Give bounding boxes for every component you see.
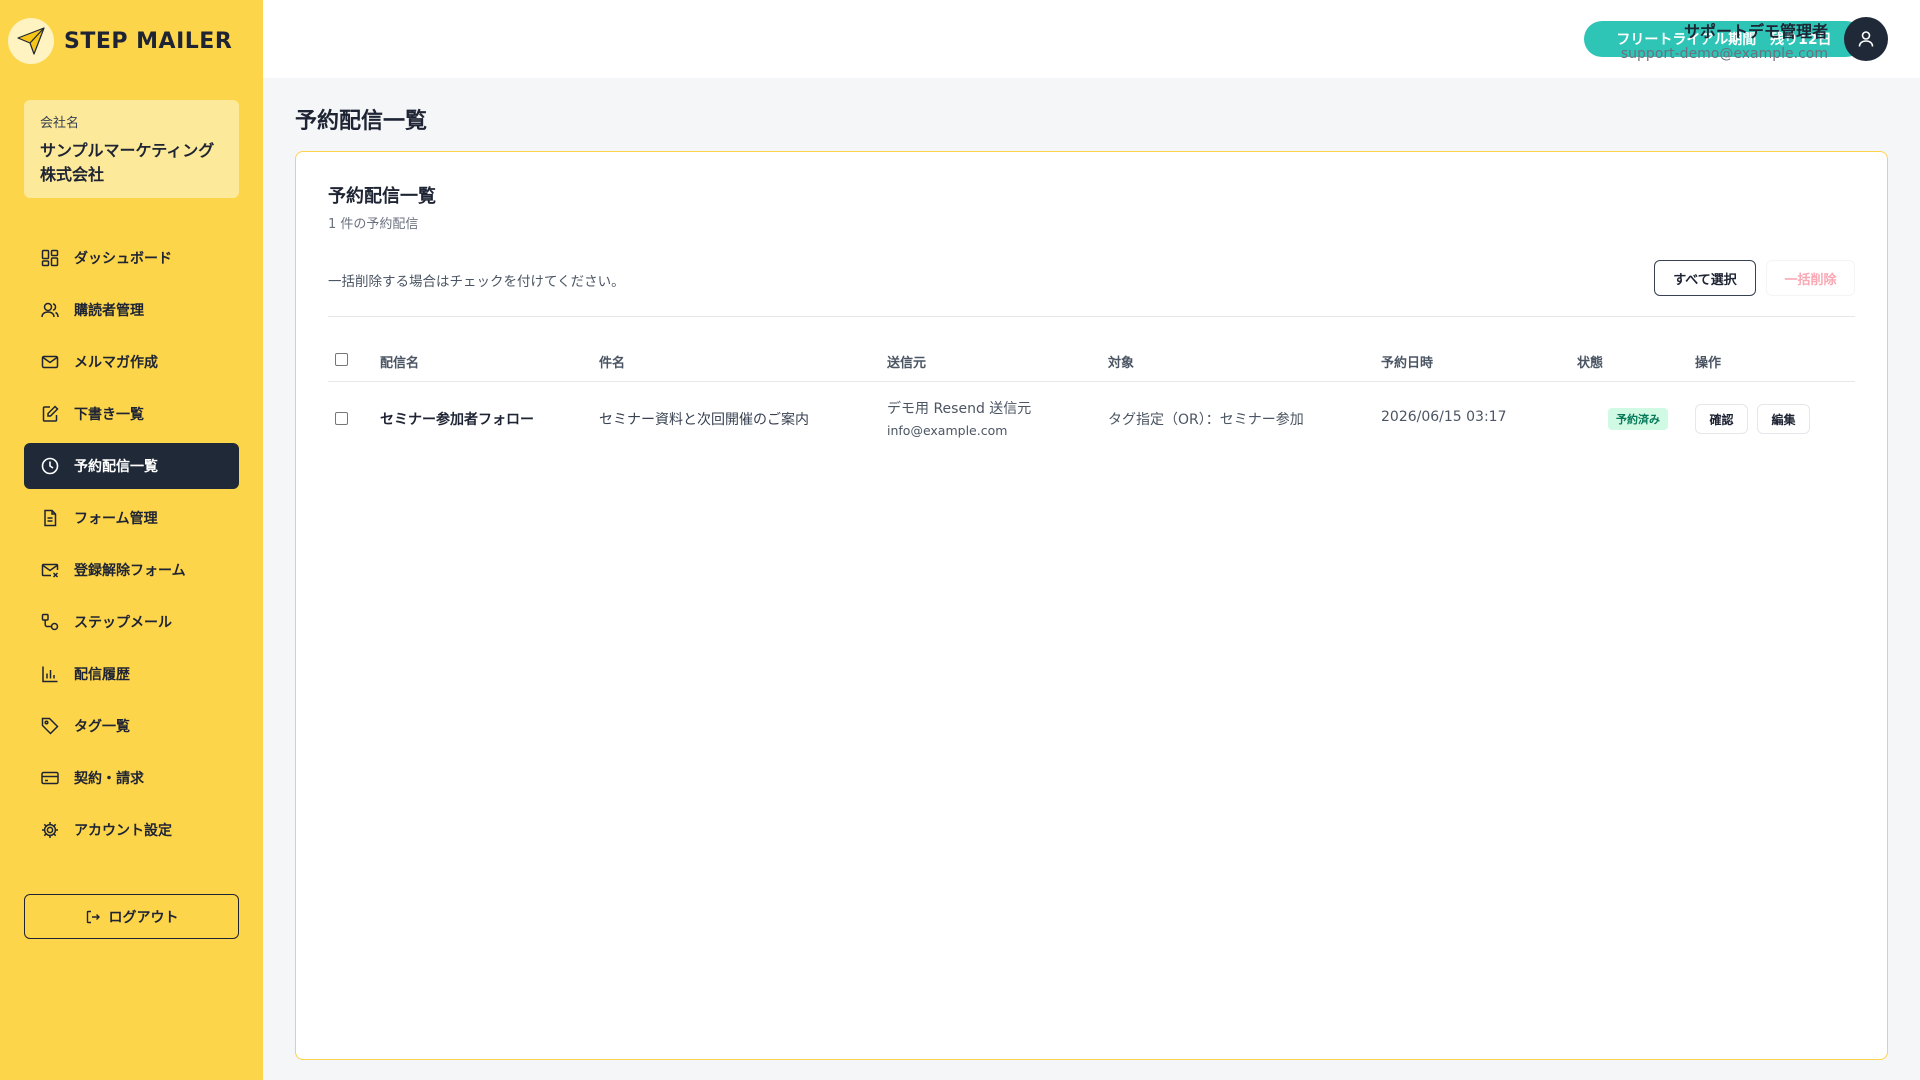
scheduled-list-card: 予約配信一覧 1 件の予約配信 一括削除する場合はチェックを付けてください。 す… <box>295 151 1888 1060</box>
sidebar-item-unsubscribe-form[interactable]: 登録解除フォーム <box>24 547 239 593</box>
column-header-name: 配信名 <box>380 356 420 371</box>
view-button[interactable]: 確認 <box>1695 404 1748 434</box>
sidebar-item-label: タグ一覧 <box>74 719 130 735</box>
card-title: 予約配信一覧 <box>328 186 436 207</box>
sidebar-item-billing[interactable]: 契約・請求 <box>24 755 239 801</box>
sidebar-item-label: ダッシュボード <box>74 251 172 267</box>
credit-card-icon <box>41 771 59 785</box>
sidebar-item-label: 配信履歴 <box>74 667 130 683</box>
sidebar: STEP MAILER 会社名 サンプルマーケティング株式会社 ダッシュボード … <box>0 0 263 1080</box>
mail-icon <box>41 355 59 369</box>
sidebar-item-label: 予約配信一覧 <box>74 459 158 475</box>
bar-chart-icon <box>42 666 58 683</box>
brand-name: STEP MAILER <box>64 28 233 54</box>
company-label: 会社名 <box>40 116 80 131</box>
mail-x-icon <box>41 563 59 578</box>
sidebar-item-forms[interactable]: フォーム管理 <box>24 495 239 541</box>
sidebar-item-label: 登録解除フォーム <box>74 563 186 579</box>
column-header-actions: 操作 <box>1695 356 1722 371</box>
sidebar-item-newsletter-create[interactable]: メルマガ作成 <box>24 339 239 385</box>
sidebar-item-label: 下書き一覧 <box>74 407 144 423</box>
tag-icon <box>41 717 59 735</box>
column-header-status: 状態 <box>1577 356 1604 371</box>
company-info: 会社名 サンプルマーケティング株式会社 <box>24 100 239 198</box>
sidebar-item-history[interactable]: 配信履歴 <box>24 651 239 697</box>
sidebar-item-label: アカウント設定 <box>74 823 172 839</box>
brand[interactable]: STEP MAILER <box>8 18 232 64</box>
edit-icon <box>42 405 59 422</box>
avatar[interactable] <box>1844 17 1888 61</box>
company-name: サンプルマーケティング株式会社 <box>40 141 215 184</box>
user-info[interactable]: サポートデモ管理者 support-demo@example.com <box>1621 18 1828 62</box>
gear-icon <box>42 822 58 838</box>
cell-name: セミナー参加者フォロー <box>380 412 534 428</box>
select-all-button[interactable]: すべて選択 <box>1654 260 1756 296</box>
document-icon <box>44 509 57 527</box>
column-header-datetime: 予約日時 <box>1381 356 1434 371</box>
sidebar-item-label: ステップメール <box>74 615 172 631</box>
edit-button[interactable]: 編集 <box>1757 404 1810 434</box>
cell-datetime: 2026/06/15 03:17 <box>1381 409 1507 425</box>
column-header-subject: 件名 <box>599 356 626 371</box>
cell-target: タグ指定（OR）：セミナー参加 <box>1108 412 1304 428</box>
status-badge: 予約済み <box>1608 408 1668 430</box>
sidebar-item-label: 契約・請求 <box>74 771 144 787</box>
sidebar-item-step-mail[interactable]: ステップメール <box>24 599 239 645</box>
card-subtitle: 1 件の予約配信 <box>328 217 419 232</box>
table-header: 配信名 件名 送信元 対象 予約日時 状態 操作 <box>328 352 1855 382</box>
logout-button[interactable]: ログアウト <box>24 894 239 939</box>
paper-plane-logo-icon <box>8 18 54 64</box>
page-title: 予約配信一覧 <box>295 109 428 134</box>
workflow-icon <box>41 613 59 631</box>
sidebar-item-dashboard[interactable]: ダッシュボード <box>24 235 239 281</box>
bulk-delete-button[interactable]: 一括削除 <box>1766 260 1855 296</box>
cell-sender-name: デモ用 Resend 送信元 <box>887 401 1032 417</box>
sidebar-nav: ダッシュボード 購読者管理 メルマガ作成 下書き一覧 予約配信一覧 フォーム管理… <box>24 235 239 859</box>
sidebar-item-label: メルマガ作成 <box>74 355 158 371</box>
column-header-target: 対象 <box>1108 356 1135 371</box>
clock-icon <box>41 457 59 475</box>
select-all-checkbox[interactable] <box>335 353 348 366</box>
table-row: セミナー参加者フォロー セミナー資料と次回開催のご案内 デモ用 Resend 送… <box>328 383 1855 453</box>
user-name: サポートデモ管理者 <box>1683 22 1828 41</box>
cell-subject: セミナー資料と次回開催のご案内 <box>599 412 809 428</box>
sidebar-item-tags[interactable]: タグ一覧 <box>24 703 239 749</box>
dashboard-icon <box>41 249 59 267</box>
column-header-sender: 送信元 <box>887 356 927 371</box>
sidebar-item-account-settings[interactable]: アカウント設定 <box>24 807 239 853</box>
cell-sender-email: info@example.com <box>887 423 1008 438</box>
logout-icon <box>86 910 100 923</box>
row-checkbox[interactable] <box>335 412 348 425</box>
top-header: フリートライアル期間 残り12日 サポートデモ管理者 support-demo@… <box>263 0 1920 78</box>
user-email: support-demo@example.com <box>1620 46 1828 62</box>
logout-label: ログアウト <box>108 909 179 926</box>
divider <box>328 316 1855 317</box>
sidebar-item-label: 購読者管理 <box>74 303 144 319</box>
sidebar-item-label: フォーム管理 <box>74 511 158 527</box>
sidebar-item-subscribers[interactable]: 購読者管理 <box>24 287 239 333</box>
sidebar-item-drafts[interactable]: 下書き一覧 <box>24 391 239 437</box>
users-icon <box>41 302 59 318</box>
bulk-delete-note: 一括削除する場合はチェックを付けてください。 <box>328 274 625 290</box>
sidebar-item-scheduled[interactable]: 予約配信一覧 <box>24 443 239 489</box>
user-icon <box>1858 31 1874 47</box>
